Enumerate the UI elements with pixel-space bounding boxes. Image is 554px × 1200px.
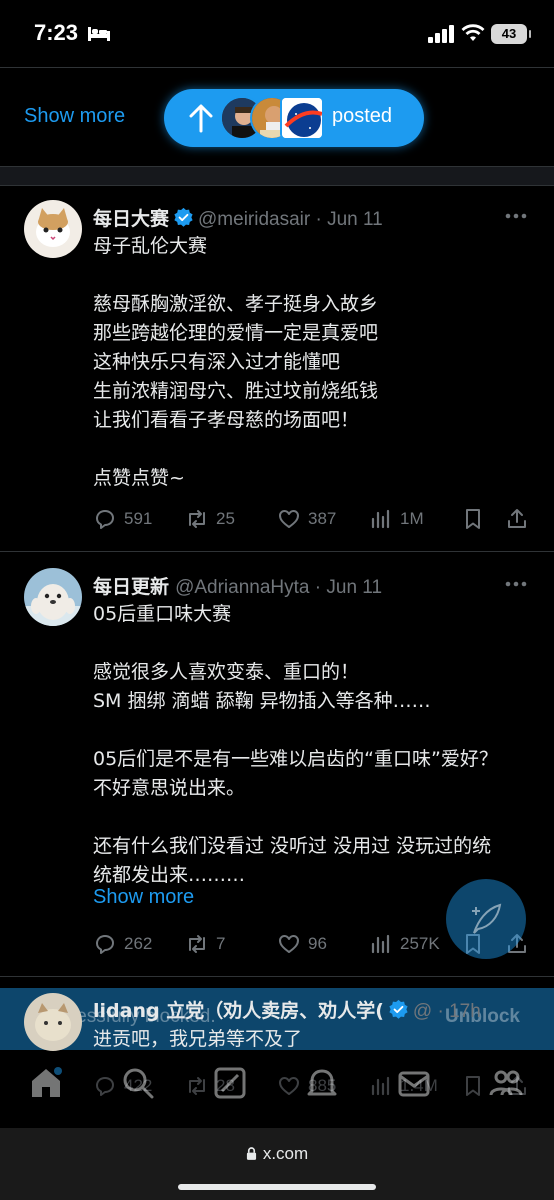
repost-button[interactable]: 7 [185, 932, 225, 956]
posted-label: posted [332, 105, 393, 127]
compose-post-button[interactable] [446, 879, 526, 959]
browser-url-bar[interactable]: x.com [0, 1128, 554, 1200]
dot-separator: · [309, 577, 327, 598]
section-separator [0, 166, 554, 186]
lock-icon [246, 1147, 256, 1160]
repost-icon [189, 935, 205, 953]
views-button[interactable]: 257K [369, 932, 440, 956]
view-count: 1M [400, 509, 424, 528]
show-more-link[interactable]: Show more [93, 886, 194, 909]
avatar[interactable] [24, 200, 82, 258]
tweet-text: 母子乱伦大赛 慈母酥胸激淫欲、孝子挺身入故乡 那些跨越伦理的爱情一定是真爱吧 这… [93, 235, 379, 489]
heart-icon [279, 510, 299, 528]
home-icon[interactable] [28, 1065, 64, 1101]
author-name[interactable]: 每日更新 [93, 576, 169, 598]
dot-separator: · [310, 209, 328, 230]
analytics-icon [371, 509, 390, 529]
tweet-divider [0, 976, 554, 977]
repost-button[interactable]: 25 [185, 507, 235, 531]
status-bar: 7:23 43 [0, 0, 554, 68]
wifi-icon [461, 24, 485, 41]
tweet-header: lidang 立党（劝人卖房、劝人学( @ · 17h [93, 996, 481, 1023]
header-divider [0, 67, 554, 68]
reply-count: 262 [124, 934, 153, 953]
author-handle[interactable]: @ [413, 1001, 432, 1022]
cellular-signal-icon [428, 25, 454, 43]
analytics-icon [371, 934, 390, 954]
url-text: x.com [262, 1144, 309, 1163]
tweet-date[interactable]: Jun 11 [326, 577, 382, 598]
author-name[interactable]: 每日大赛 [93, 208, 169, 230]
view-count: 257K [400, 934, 440, 953]
repost-count: 25 [216, 509, 235, 528]
tweet-date[interactable]: 17h [449, 1001, 481, 1022]
reply-button[interactable]: 262 [93, 932, 152, 956]
tweet-actions: 591 25 387 1M [93, 507, 533, 535]
author-name[interactable]: lidang 立党（劝人卖房、劝人学( [93, 1000, 384, 1022]
tweet-header: 每日大赛 @meiridasair · Jun 11 [93, 204, 383, 231]
bookmark-icon [466, 509, 480, 529]
battery-indicator: 43 [491, 24, 531, 44]
clock: 7:23 [34, 20, 79, 45]
avatar [280, 96, 324, 140]
like-count: 96 [308, 934, 327, 953]
author-handle[interactable]: @meiridasair [198, 209, 310, 230]
more-options-icon[interactable] [504, 580, 528, 588]
dot-separator: · [432, 1001, 450, 1022]
repost-count: 7 [216, 934, 226, 953]
search-icon[interactable] [120, 1065, 156, 1101]
new-posts-pill[interactable]: posted [164, 89, 424, 147]
share-button[interactable] [505, 507, 536, 531]
views-button[interactable]: 1M [369, 507, 424, 531]
communities-icon[interactable] [488, 1065, 524, 1101]
heart-icon [279, 935, 299, 953]
avatar[interactable] [24, 568, 82, 626]
grok-icon[interactable] [212, 1065, 248, 1101]
feather-compose-icon [472, 903, 502, 934]
bottom-nav [0, 1055, 554, 1125]
tweet-date[interactable]: Jun 11 [327, 209, 383, 230]
more-options-icon[interactable] [504, 212, 528, 220]
tweet-text: 进贡吧，我兄弟等不及了 [93, 1028, 303, 1050]
verified-badge-icon [389, 999, 408, 1019]
reply-icon [96, 935, 114, 954]
reply-count: 591 [124, 509, 153, 528]
author-handle[interactable]: @AdriannaHyta [175, 577, 309, 598]
tweet-header: 每日更新 @AdriannaHyta · Jun 11 [93, 572, 382, 599]
url-display[interactable]: x.com [0, 1144, 554, 1164]
like-button[interactable]: 96 [277, 932, 327, 956]
arrow-up-icon [189, 104, 213, 133]
show-more-link[interactable]: Show more [24, 105, 125, 128]
like-count: 387 [308, 509, 337, 528]
share-icon [508, 509, 526, 528]
like-button[interactable]: 387 [277, 507, 336, 531]
tweet-text: 05后重口味大赛 感觉很多人喜欢变泰、重口的！ SM 捆绑 滴蜡 舔鞠 异物插入… [93, 603, 498, 886]
avatar[interactable] [24, 993, 82, 1051]
home-indicator[interactable] [178, 1184, 376, 1190]
repost-icon [189, 510, 205, 528]
verified-badge-icon [174, 207, 193, 227]
notifications-bell-icon[interactable] [304, 1065, 340, 1101]
reply-icon [96, 510, 114, 529]
reply-button[interactable]: 591 [93, 507, 152, 531]
messages-envelope-icon[interactable] [396, 1065, 432, 1101]
bookmark-button[interactable] [461, 507, 492, 531]
tweet-divider [0, 551, 554, 552]
sleep-focus-icon [88, 27, 110, 41]
